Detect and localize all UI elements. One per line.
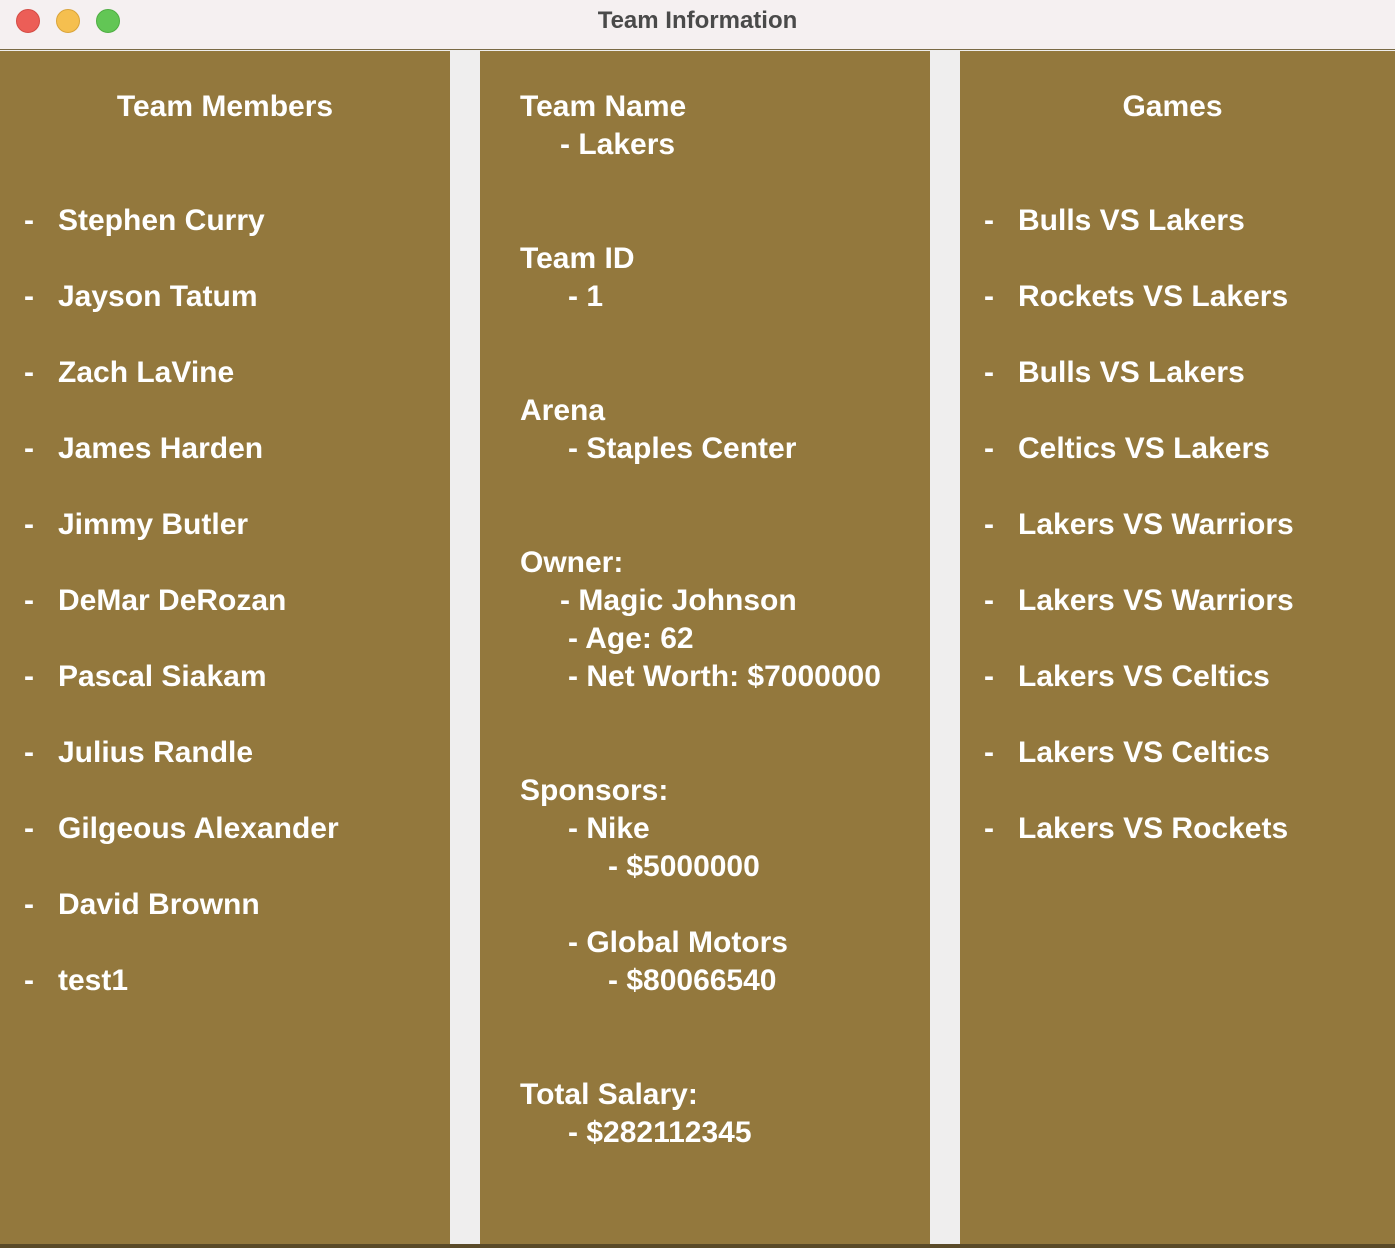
game-name: Celtics VS Lakers (1018, 432, 1270, 465)
team-member-name: Gilgeous Alexander (58, 812, 339, 845)
bullet-dash: - (984, 204, 994, 237)
bullet-dash: - (24, 584, 34, 617)
bullet-dash: - (984, 280, 994, 313)
title-bar: Team Information (0, 0, 1395, 50)
bullet-dash: - (984, 508, 994, 541)
owner-age: - Age: 62 (568, 622, 694, 655)
team-name-label: Team Name (520, 90, 687, 123)
game-name: Lakers VS Warriors (1018, 584, 1294, 617)
owner-label: Owner: (520, 546, 624, 579)
team-information-window: Team Information Team Members - Stephen C… (0, 0, 1395, 1248)
game-name: Bulls VS Lakers (1018, 204, 1245, 237)
bullet-dash: - (24, 660, 34, 693)
owner-name: - Magic Johnson (560, 584, 797, 617)
sponsor-amount: - $80066540 (608, 964, 777, 997)
bullet-dash: - (24, 280, 34, 313)
games-heading: Games (1122, 90, 1223, 123)
bullet-dash: - (24, 432, 34, 465)
bullet-dash: - (984, 432, 994, 465)
team-members-panel: Team Members - Stephen Curry - Jayson Tatum… (0, 51, 450, 1244)
games-panel: Games - Bulls VS Lakers - Rockets VS Lakers… (960, 51, 1395, 1244)
bullet-dash: - (24, 508, 34, 541)
arena-label: Arena (520, 394, 606, 427)
sponsor-amount: - $5000000 (608, 850, 760, 883)
game-name: Lakers VS Celtics (1018, 660, 1270, 693)
team-member-name: Zach LaVine (58, 356, 235, 389)
window-title: Team Information (597, 7, 798, 34)
sponsor-name: - Nike (568, 812, 650, 845)
bullet-dash: - (24, 736, 34, 769)
team-member-name: DeMar DeRozan (58, 584, 287, 617)
bullet-dash: - (24, 888, 34, 921)
bullet-dash: - (984, 812, 994, 845)
total-salary-value: - $282112345 (568, 1116, 752, 1149)
team-member-name: Julius Randle (58, 736, 254, 769)
bullet-dash: - (984, 736, 994, 769)
team-member-name: Jimmy Butler (58, 508, 249, 541)
bullet-dash: - (984, 584, 994, 617)
bullet-dash: - (984, 356, 994, 389)
game-name: Rockets VS Lakers (1018, 280, 1289, 313)
owner-net-worth: - Net Worth: $7000000 (568, 660, 881, 693)
game-name: Lakers VS Rockets (1018, 812, 1289, 845)
bullet-dash: - (24, 204, 34, 237)
team-member-name: Pascal Siakam (58, 660, 267, 693)
team-member-name: David Brownn (58, 888, 260, 921)
team-name-value: - Lakers (560, 128, 676, 161)
team-id-label: Team ID (520, 242, 635, 275)
bullet-dash: - (24, 964, 34, 997)
team-member-name: test1 (58, 964, 129, 997)
game-name: Lakers VS Warriors (1018, 508, 1294, 541)
bullet-dash: - (24, 812, 34, 845)
arena-value: - Staples Center (568, 432, 797, 465)
sponsors-label: Sponsors: (520, 774, 669, 807)
total-salary-label: Total Salary: (520, 1078, 698, 1111)
game-name: Lakers VS Celtics (1018, 736, 1270, 769)
sponsor-name: - Global Motors (568, 926, 788, 959)
team-member-name: James Harden (58, 432, 264, 465)
bullet-dash: - (984, 660, 994, 693)
window-bottom-edge (0, 1244, 1395, 1248)
team-member-name: Stephen Curry (58, 204, 265, 237)
team-details-panel: Team Name - Lakers Team ID - 1 Arena - S… (480, 51, 930, 1244)
team-member-name: Jayson Tatum (58, 280, 258, 313)
game-name: Bulls VS Lakers (1018, 356, 1245, 389)
team-id-value: - 1 (568, 280, 604, 313)
team-members-heading: Team Members (116, 90, 334, 123)
bullet-dash: - (24, 356, 34, 389)
